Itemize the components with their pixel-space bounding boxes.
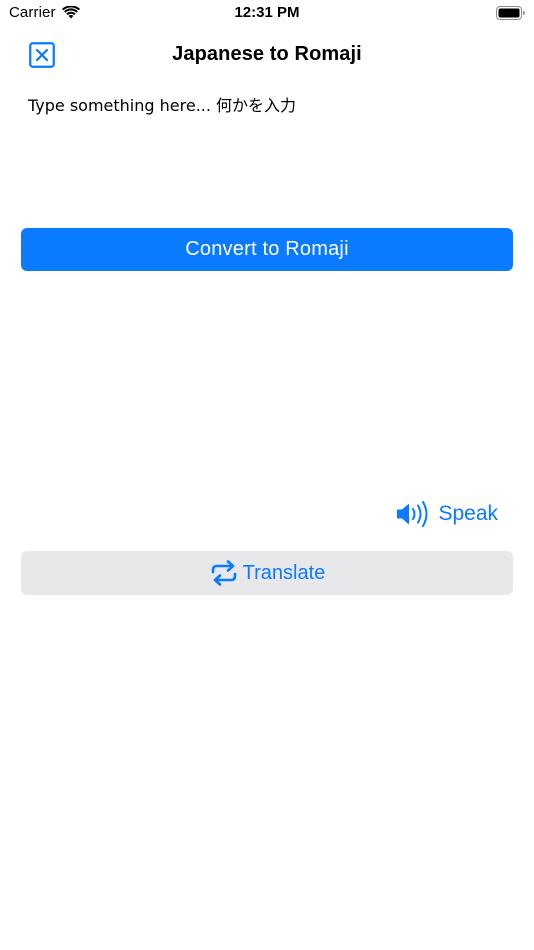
status-bar: Carrier 12:31 PM (0, 0, 534, 28)
repeat-arrows-icon (209, 560, 239, 586)
page-title: Japanese to Romaji (172, 43, 362, 65)
navigation-bar: Japanese to Romaji (0, 30, 534, 80)
status-time: 12:31 PM (234, 4, 300, 21)
convert-button-label: Convert to Romaji (185, 238, 349, 260)
translate-button[interactable]: Translate (21, 551, 513, 595)
convert-to-romaji-button[interactable]: Convert to Romaji (21, 228, 513, 271)
romaji-output (22, 285, 512, 485)
speak-button[interactable]: Speak (396, 498, 498, 530)
japanese-text-input[interactable] (22, 86, 512, 212)
battery-full-icon (496, 6, 526, 21)
translate-button-label: Translate (242, 561, 326, 584)
app-screen: Carrier 12:31 PM Japanese to Romaji Type… (0, 0, 534, 950)
speaker-wave-icon (396, 501, 434, 527)
speak-button-label: Speak (438, 502, 498, 525)
